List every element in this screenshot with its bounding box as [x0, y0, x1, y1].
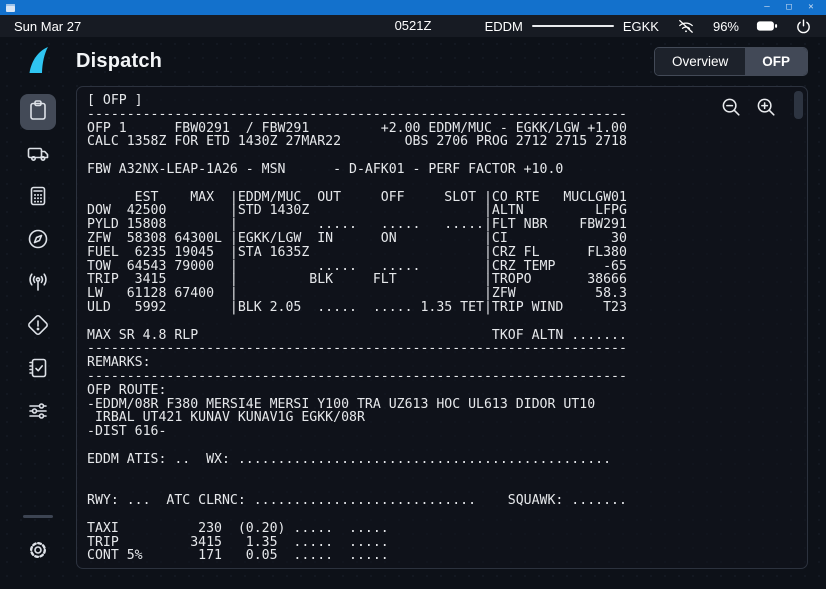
calculator-icon — [26, 184, 50, 213]
sidebar-item-atc[interactable] — [20, 266, 56, 302]
ofp-text: [ OFP ] --------------------------------… — [87, 94, 797, 563]
tab-overview[interactable]: Overview — [655, 48, 745, 75]
sliders-icon — [26, 399, 50, 428]
sidebar-item-checklists[interactable] — [20, 352, 56, 388]
view-switcher: Overview OFP — [654, 47, 808, 76]
page-header: Dispatch Overview OFP — [76, 37, 808, 86]
sidebar-item-performance[interactable] — [20, 180, 56, 216]
ofp-panel: [ OFP ] --------------------------------… — [76, 86, 808, 569]
scrollbar-thumb[interactable] — [794, 91, 803, 119]
wifi-off-icon — [676, 17, 696, 35]
battery-icon — [756, 19, 778, 33]
sidebar-item-navigation[interactable] — [20, 223, 56, 259]
magnifier-minus-icon[interactable] — [720, 96, 742, 118]
airline-tail-logo — [27, 46, 49, 79]
window-minimize-button[interactable]: – — [756, 0, 778, 15]
window-app-icon — [6, 4, 15, 12]
ofp-scrollbar[interactable] — [794, 91, 803, 564]
zoom-controls — [720, 96, 777, 118]
warning-diamond-icon — [26, 313, 50, 342]
statusbar-clock: 0521Z — [395, 15, 432, 37]
sidebar-item-dispatch[interactable] — [20, 94, 56, 130]
truck-icon — [26, 141, 50, 170]
statusbar: Sun Mar 27 0521Z EDDM EGKK 96% — [0, 15, 826, 37]
sidebar-divider — [23, 515, 53, 518]
power-icon[interactable] — [795, 18, 812, 35]
sidebar-item-settings[interactable] — [20, 534, 56, 570]
magnifier-plus-icon[interactable] — [755, 96, 777, 118]
compass-icon — [26, 227, 50, 256]
flight-progress: EDDM EGKK — [485, 19, 659, 34]
sidebar-item-presets[interactable] — [20, 395, 56, 431]
tab-ofp[interactable]: OFP — [745, 48, 807, 75]
flight-progress-bar — [532, 25, 614, 27]
checklist-icon — [26, 356, 50, 385]
window-close-button[interactable]: ✕ — [800, 0, 822, 15]
statusbar-date: Sun Mar 27 — [14, 19, 81, 34]
sidebar — [0, 37, 76, 589]
destination-code: EGKK — [623, 19, 659, 34]
gear-icon — [26, 538, 50, 567]
battery-percent: 96% — [713, 19, 739, 34]
window-titlebar: – □ ✕ — [0, 0, 826, 15]
window-maximize-button[interactable]: □ — [778, 0, 800, 15]
page-title: Dispatch — [76, 50, 162, 73]
origin-code: EDDM — [485, 19, 523, 34]
sidebar-item-failures[interactable] — [20, 309, 56, 345]
sidebar-item-ground[interactable] — [20, 137, 56, 173]
clipboard-icon — [26, 98, 50, 127]
antenna-icon — [26, 270, 50, 299]
